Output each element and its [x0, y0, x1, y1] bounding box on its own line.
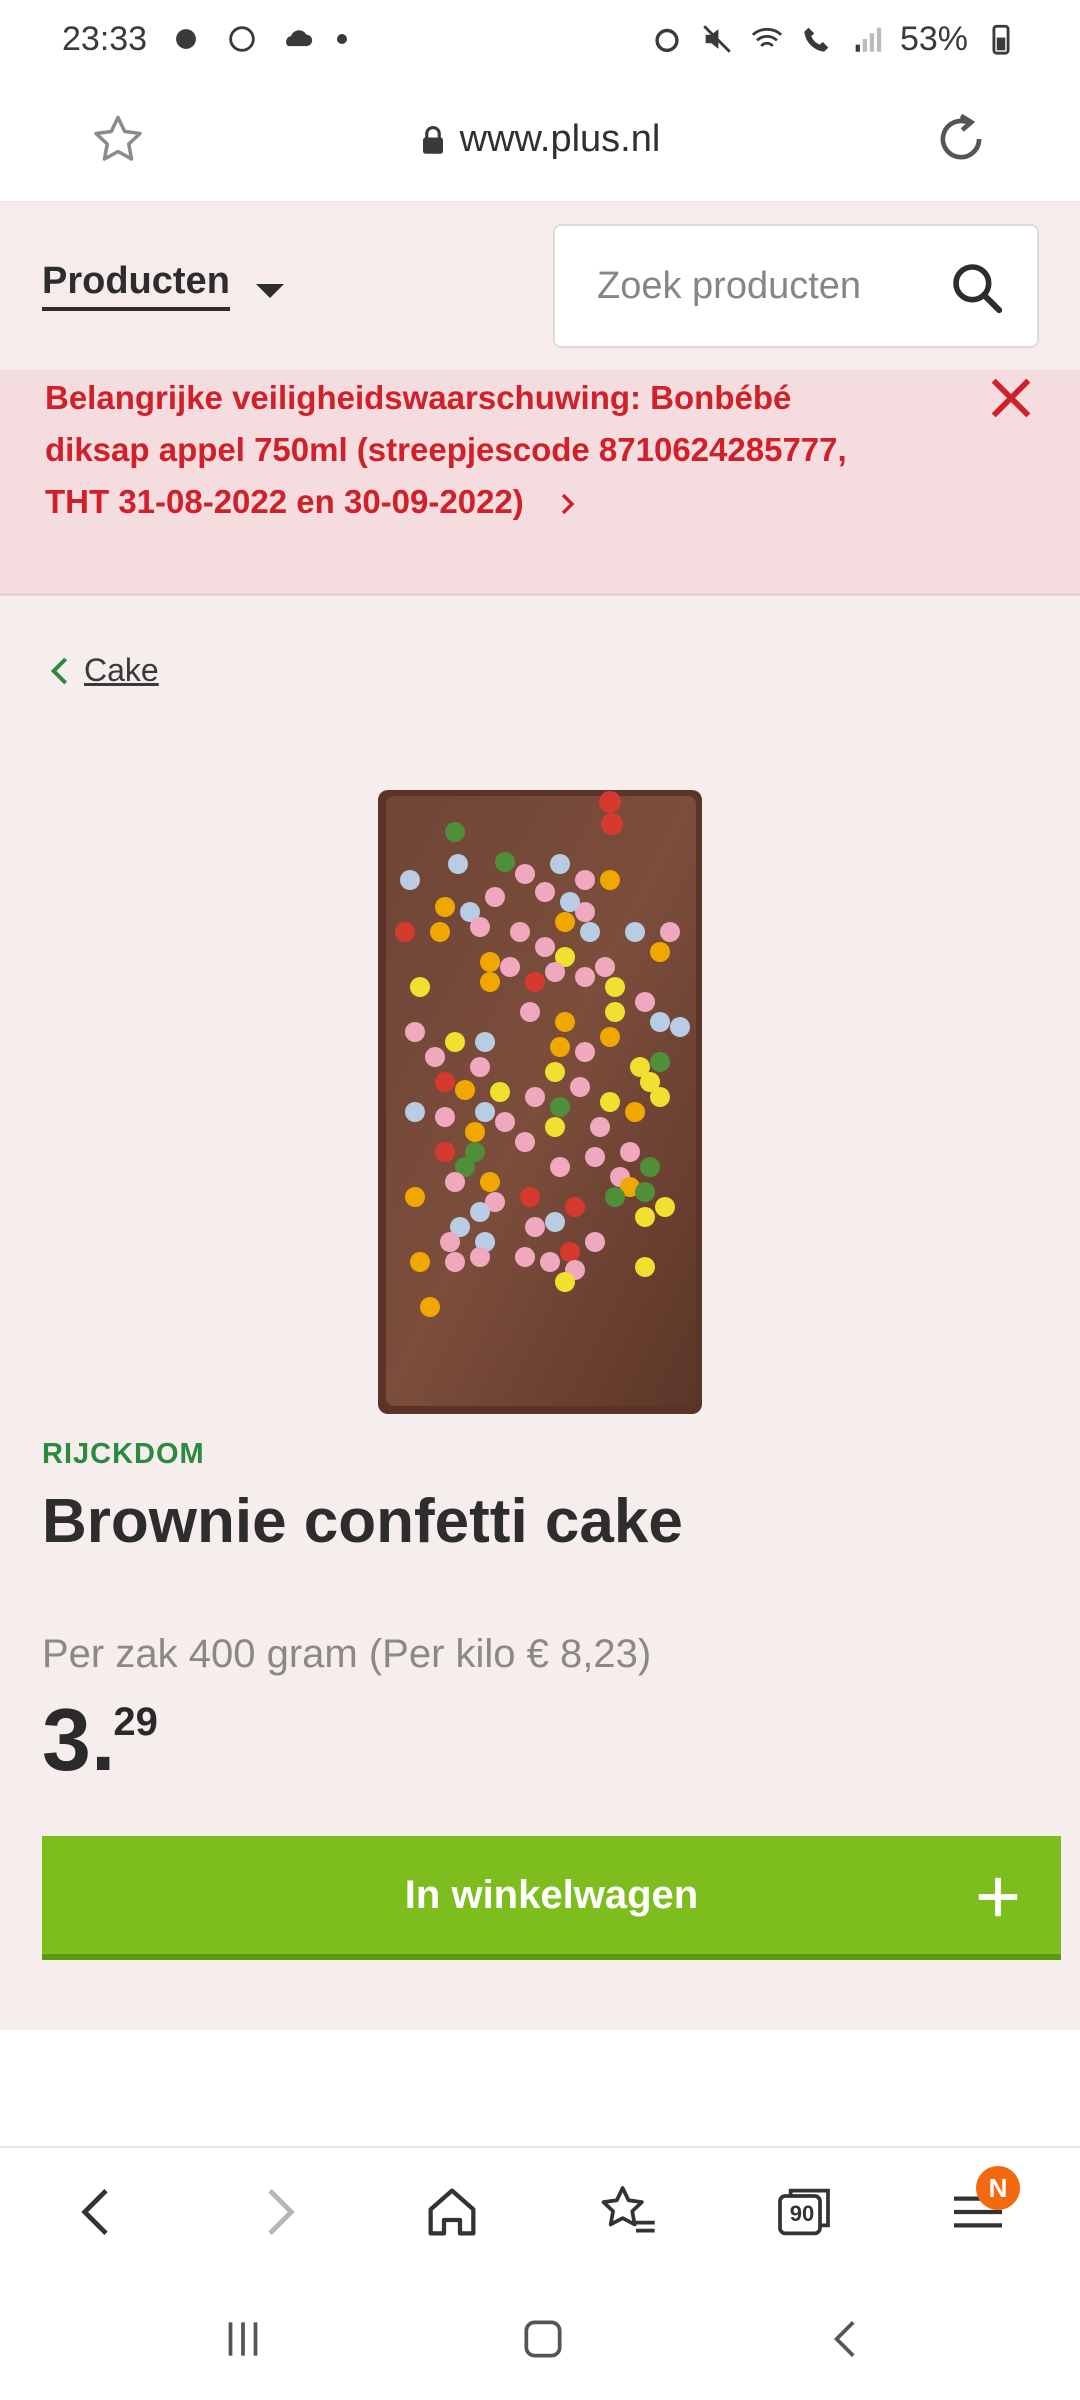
notification-icon: [176, 29, 197, 49]
products-menu-button[interactable]: Producten: [42, 260, 284, 311]
search-icon[interactable]: [949, 260, 1005, 316]
add-to-cart-button[interactable]: In winkelwagen: [42, 1836, 1061, 1960]
tabs-count: 90: [789, 2201, 815, 2226]
wifi-calling-icon: [804, 27, 829, 52]
safety-alert-banner[interactable]: Belangrijke veiligheidswaarschuwing: Bon…: [0, 370, 1080, 596]
product-title: Brownie confetti cake: [42, 1487, 683, 1556]
breadcrumb-label: Cake: [84, 652, 159, 688]
tabs-button[interactable]: 90: [772, 2180, 836, 2244]
close-icon[interactable]: [985, 372, 1037, 424]
price-cents: 29: [113, 1700, 158, 1744]
url-text: www.plus.nl: [459, 118, 661, 160]
status-bar: 23:33 53%: [0, 0, 1080, 78]
browser-toolbar: 90 N: [0, 2146, 1080, 2276]
battery-icon: [992, 24, 1010, 55]
site-header: Producten Zoek producten: [0, 202, 1080, 370]
system-navigation-bar: [0, 2276, 1080, 2400]
whatsapp-icon: [229, 26, 255, 52]
url-display[interactable]: www.plus.nl: [0, 118, 1080, 161]
add-to-cart-label: In winkelwagen: [404, 1872, 699, 1917]
browser-url-bar: www.plus.nl: [0, 78, 1080, 202]
back-icon[interactable]: [66, 2180, 130, 2244]
more-notifications-dot: [337, 34, 348, 44]
battery-percent: 53%: [899, 19, 968, 58]
product-unit-info: Per zak 400 gram (Per kilo € 8,23): [42, 1632, 652, 1676]
status-time: 23:33: [62, 19, 148, 58]
alarm-icon: [655, 28, 679, 53]
plus-icon: [978, 1877, 1018, 1917]
cloud-icon: [286, 30, 313, 47]
lock-icon: [422, 125, 443, 154]
home-nav-icon[interactable]: [518, 2314, 568, 2364]
search-input[interactable]: Zoek producten: [553, 224, 1039, 348]
bookmarks-icon[interactable]: [596, 2180, 660, 2244]
price-separator: .: [90, 1690, 116, 1789]
home-icon[interactable]: [420, 2180, 484, 2244]
alert-message[interactable]: Belangrijke veiligheidswaarschuwing: Bon…: [45, 372, 905, 528]
back-nav-icon[interactable]: [822, 2314, 872, 2364]
chevron-down-icon: [255, 283, 284, 298]
menu-notification-badge: N: [976, 2166, 1020, 2210]
products-menu-label: Producten: [42, 260, 230, 311]
product-brand: RIJCKDOM: [42, 1438, 205, 1470]
chevron-left-icon: [50, 657, 68, 684]
product-image: [378, 790, 702, 1414]
reload-icon[interactable]: [930, 108, 992, 170]
mute-icon: [703, 25, 731, 53]
signal-icon: [855, 27, 882, 52]
breadcrumb-back-link[interactable]: Cake: [48, 652, 159, 689]
chevron-right-icon: [561, 494, 575, 515]
price-euros: 3: [42, 1690, 91, 1789]
product-detail: Cake RIJCKDOM Brownie confetti cake Per …: [0, 596, 1080, 2030]
alert-text: Belangrijke veiligheidswaarschuwing: Bon…: [45, 379, 847, 520]
search-placeholder: Zoek producten: [597, 264, 862, 307]
recent-apps-icon[interactable]: [218, 2314, 268, 2364]
product-price: 3 . 29: [42, 1696, 158, 1784]
wifi-icon: [751, 27, 783, 48]
forward-icon[interactable]: [246, 2180, 310, 2244]
